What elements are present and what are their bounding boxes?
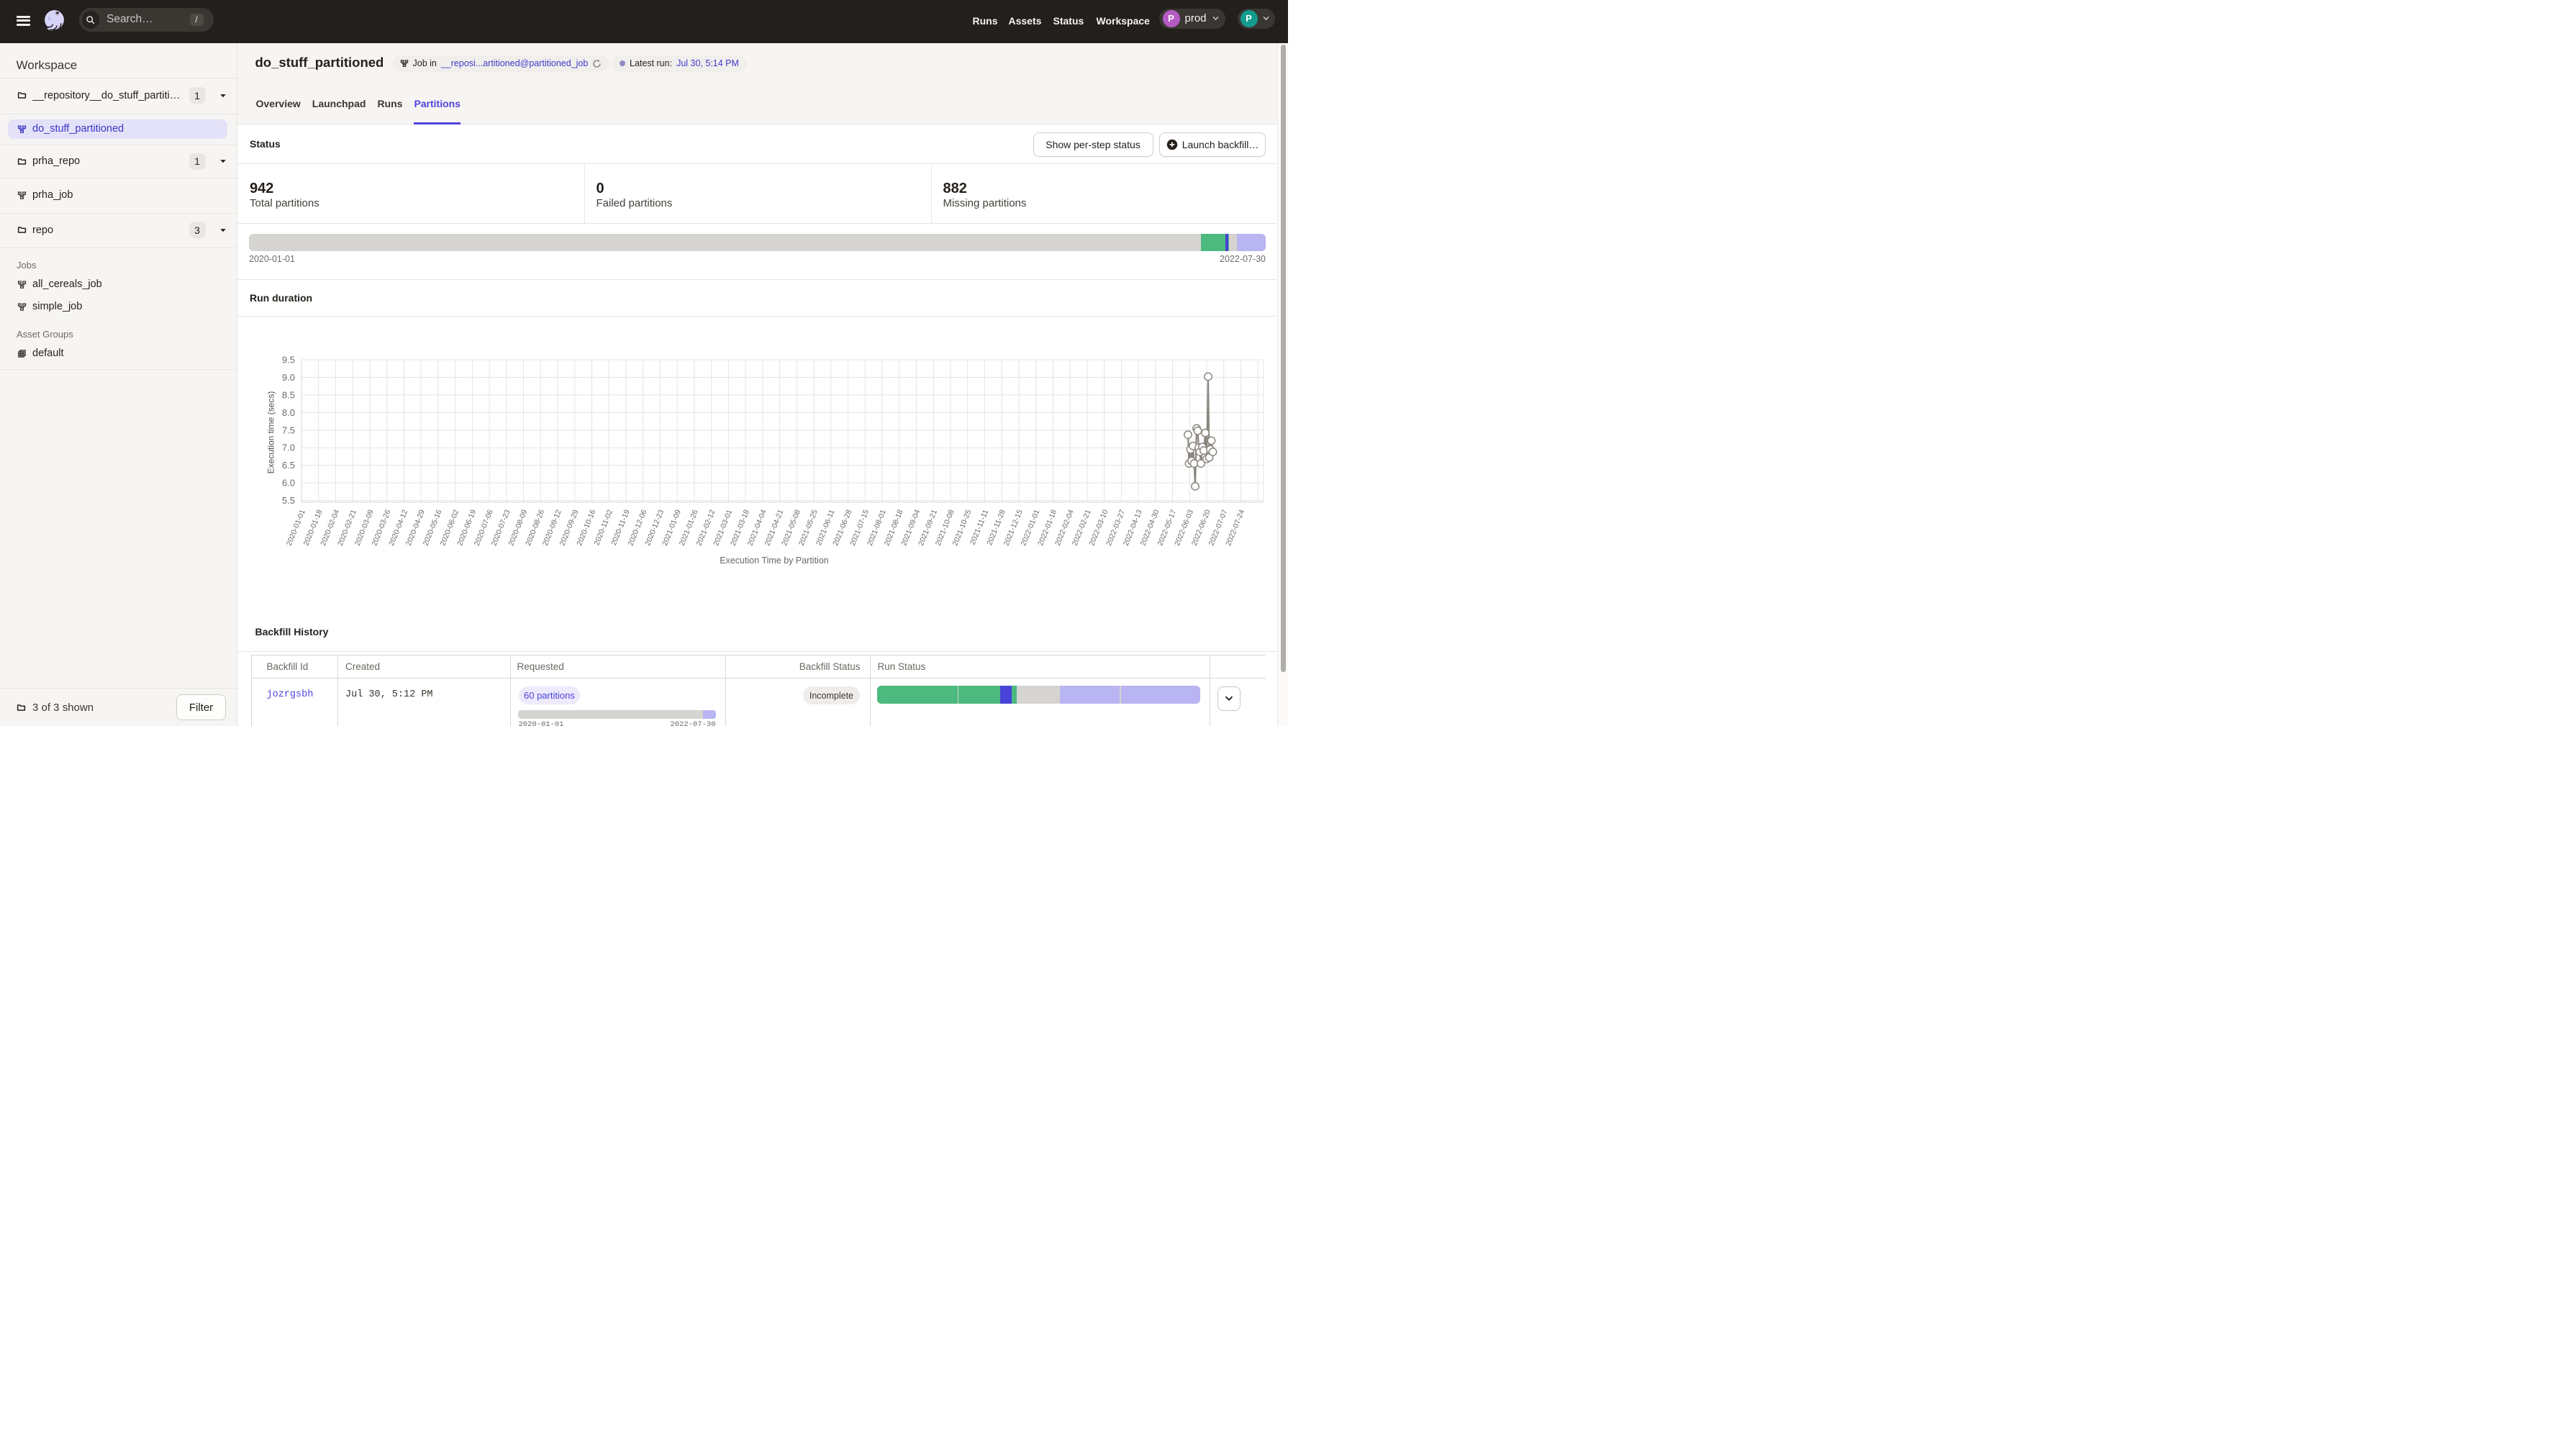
svg-text:6.5: 6.5 xyxy=(282,460,295,471)
svg-text:Execution time (secs): Execution time (secs) xyxy=(266,391,276,474)
svg-text:Execution Time by Partition: Execution Time by Partition xyxy=(720,555,829,566)
svg-text:8.0: 8.0 xyxy=(282,407,295,418)
svg-text:6.0: 6.0 xyxy=(282,478,295,489)
svg-text:7.5: 7.5 xyxy=(282,425,295,435)
svg-text:7.0: 7.0 xyxy=(282,443,295,453)
svg-text:8.5: 8.5 xyxy=(282,389,295,400)
svg-text:9.5: 9.5 xyxy=(282,355,295,366)
svg-text:9.0: 9.0 xyxy=(282,372,295,383)
svg-text:5.5: 5.5 xyxy=(282,495,295,506)
